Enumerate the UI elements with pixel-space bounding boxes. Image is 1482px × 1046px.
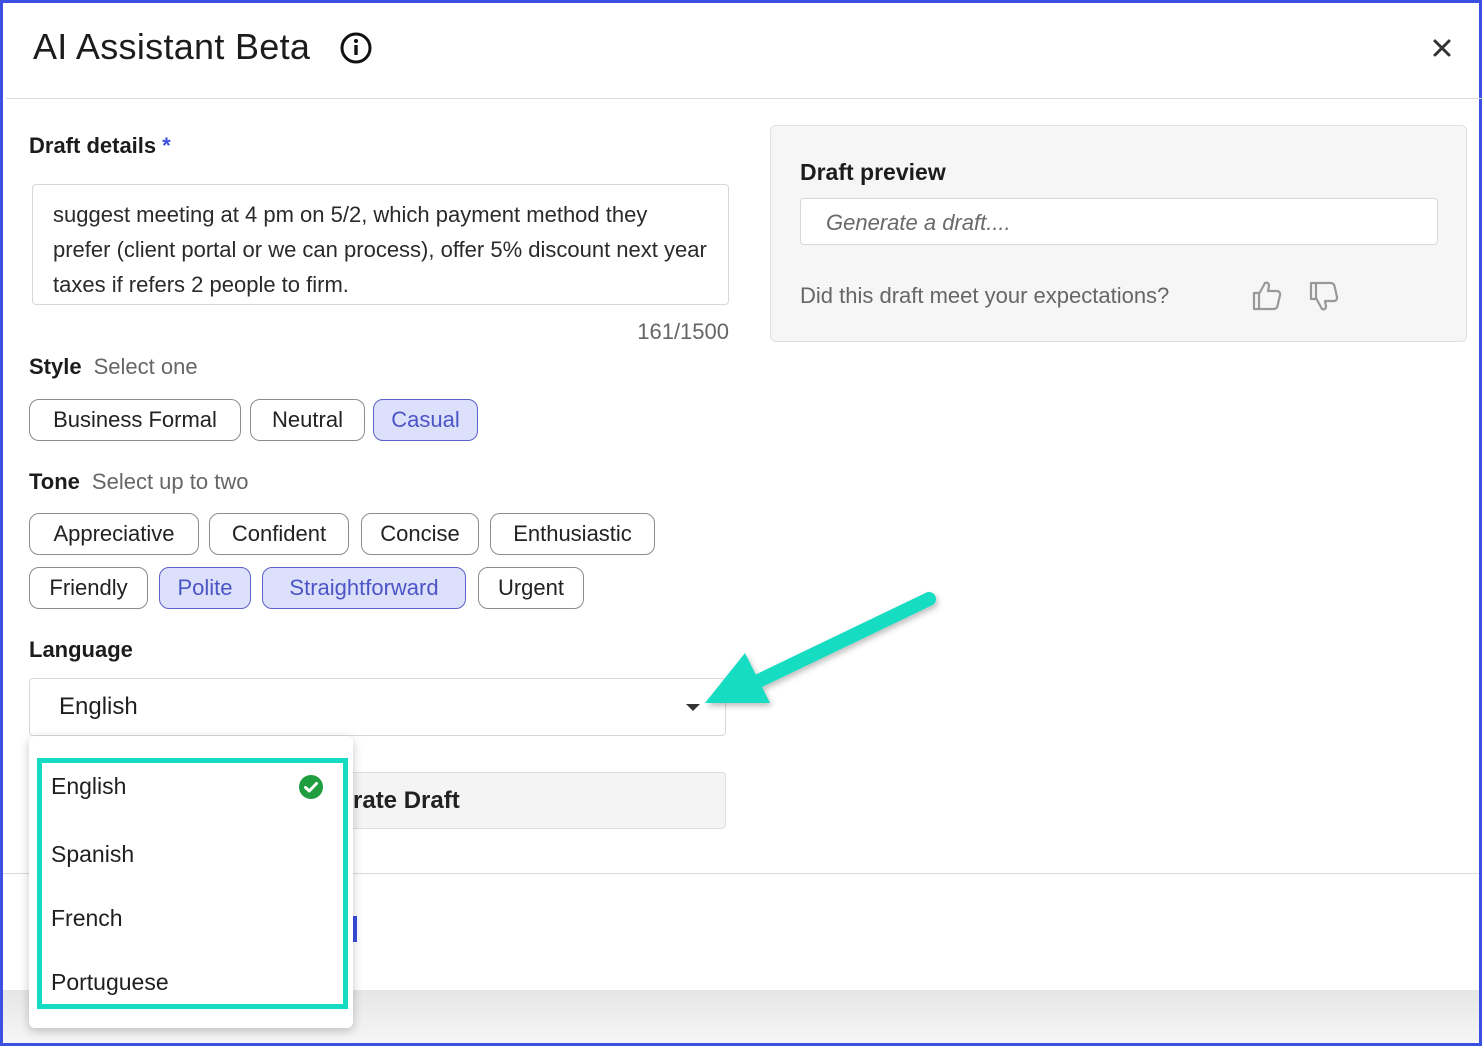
draft-preview-box: Generate a draft.... xyxy=(800,198,1438,245)
language-dropdown-menu: English Spanish French Portuguese xyxy=(29,736,353,1028)
style-label: Style Select one xyxy=(29,354,198,380)
tone-chip-urgent[interactable]: Urgent xyxy=(478,567,584,609)
chevron-down-icon xyxy=(686,704,700,711)
tone-chip-enthusiastic[interactable]: Enthusiastic xyxy=(490,513,655,555)
dialog-title: AI Assistant Beta xyxy=(33,26,311,67)
thumbs-up-icon[interactable] xyxy=(1250,279,1284,313)
style-chip-neutral[interactable]: Neutral xyxy=(250,399,365,441)
info-icon[interactable] xyxy=(340,32,372,64)
tone-label: Tone Select up to two xyxy=(29,469,248,495)
tone-chip-polite[interactable]: Polite xyxy=(159,567,251,609)
tone-chip-friendly[interactable]: Friendly xyxy=(29,567,148,609)
tone-label-text: Tone xyxy=(29,469,80,494)
tone-chip-confident[interactable]: Confident xyxy=(209,513,349,555)
tone-hint: Select up to two xyxy=(91,469,249,494)
tone-chip-appreciative[interactable]: Appreciative xyxy=(29,513,199,555)
language-label: Language xyxy=(29,637,133,662)
dialog-header: AI Assistant Beta xyxy=(6,6,1482,99)
draft-preview-panel: Draft preview Generate a draft.... Did t… xyxy=(770,125,1467,342)
check-circle-icon xyxy=(299,775,323,799)
draft-details-label-text: Draft details xyxy=(29,133,157,158)
required-mark: * xyxy=(162,133,171,158)
character-counter: 161/1500 xyxy=(637,319,729,344)
tone-chip-straightforward[interactable]: Straightforward xyxy=(262,567,466,609)
draft-preview-title: Draft preview xyxy=(800,159,946,185)
draft-details-input[interactable]: suggest meeting at 4 pm on 5/2, which pa… xyxy=(32,184,729,305)
dialog: AI Assistant Beta Draft details * suggest… xyxy=(0,0,1482,1046)
language-select-value: English xyxy=(59,693,138,720)
close-icon[interactable] xyxy=(1430,36,1454,60)
style-chip-casual[interactable]: Casual xyxy=(373,399,478,441)
language-option-french[interactable]: French xyxy=(51,905,123,932)
style-chip-business-formal[interactable]: Business Formal xyxy=(29,399,241,441)
feedback-question: Did this draft meet your expectations? xyxy=(800,283,1170,308)
style-label-text: Style xyxy=(29,354,82,379)
language-select[interactable]: English xyxy=(29,678,726,736)
language-option-spanish[interactable]: Spanish xyxy=(51,841,134,868)
thumbs-down-icon[interactable] xyxy=(1307,279,1341,313)
style-hint: Select one xyxy=(93,354,198,379)
tone-chip-concise[interactable]: Concise xyxy=(361,513,479,555)
language-option-english[interactable]: English xyxy=(51,773,126,800)
draft-details-label: Draft details * xyxy=(29,133,171,159)
generate-draft-label-text: rate Draft xyxy=(353,787,460,814)
language-option-portuguese[interactable]: Portuguese xyxy=(51,969,169,996)
